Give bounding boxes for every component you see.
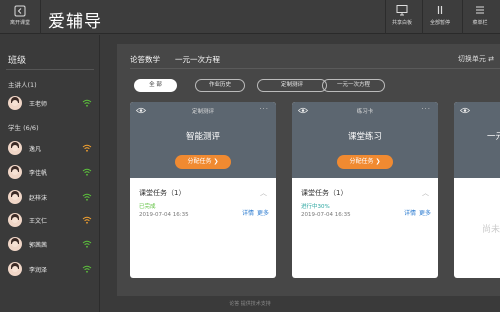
task-date: 2019-07-04 16:35 [139,212,189,218]
tab-homework-history[interactable]: 作业历史 [195,79,245,92]
member-student[interactable]: 王文仁 [8,213,96,227]
menu-button[interactable]: 菜单栏 [466,4,494,32]
task-card[interactable]: 练习卡 ··· 课堂练习 分配任务 ❯ 课堂任务（1） ︿ 进行中30% 201… [292,102,438,278]
topic-name: 一元一次方程 [175,55,220,64]
wifi-icon [82,168,92,176]
more-link[interactable]: 更多 [419,208,431,217]
footer-credit: 论答 提供技术支持 [229,301,271,307]
card-title: 智能测评 [185,132,220,142]
task-status: 已完成 [139,204,156,210]
member-student[interactable]: 李佳帆 [8,165,96,179]
task-title: 课堂任务（1） [301,189,348,197]
detail-link[interactable]: 详情 [404,208,416,217]
monitor-icon [396,5,408,16]
avatar [8,213,22,227]
member-student[interactable]: 赵梓沫 [8,190,96,204]
avatar [8,190,22,204]
member-name: 逸凡 [29,146,42,153]
wifi-icon [82,144,92,152]
member-name: 李佳帆 [29,170,48,177]
divider [422,0,423,34]
menu-label: 菜单栏 [472,20,488,26]
app-title: 爱辅导 [48,12,102,32]
wifi-icon [82,99,92,107]
wifi-icon [82,240,92,248]
divider [40,0,41,34]
member-name: 王老师 [29,101,48,108]
member-name: 赵梓沫 [29,195,48,202]
student-section-label: 学生 (6/6) [8,124,39,132]
teacher-section-label: 主讲人(1) [8,81,37,89]
share-whiteboard-label: 共享白板 [391,20,412,26]
chevron-up-icon[interactable]: ︿ [260,188,267,198]
avatar [8,165,22,179]
member-name: 王文仁 [29,218,48,225]
pause-icon [437,6,443,14]
share-whiteboard-button[interactable]: 共享白板 [388,4,416,32]
card-header: 一元 [454,102,500,178]
member-name: 李润泽 [29,267,48,274]
card-title: 一元 [487,132,500,142]
exit-icon [14,5,26,17]
member-teacher[interactable]: 王老师 [8,96,96,110]
switch-unit-button[interactable]: 切换单元 ⇄ [458,54,494,64]
wifi-icon [82,216,92,224]
avatar [8,262,22,276]
detail-link[interactable]: 详情 [242,208,254,217]
card-type: 练习卡 [356,109,374,115]
tab-all[interactable]: 全 部 [134,79,177,92]
card-title: 课堂练习 [347,132,382,142]
main-panel: 论答数学 一元一次方程 切换单元 ⇄ 全 部 作业历史 定制测评 一元一次方程 … [117,44,500,296]
more-options-icon[interactable]: ··· [259,105,269,113]
card-header: 定制测评 ··· 智能测评 分配任务 ❯ [130,102,276,178]
pause-all-button[interactable]: 全部暂停 [425,4,455,32]
empty-state-text: 尚未 [482,225,500,235]
avatar [8,237,22,251]
wifi-icon [82,265,92,273]
menu-icon [476,6,484,14]
more-link[interactable]: 更多 [257,208,269,217]
more-options-icon[interactable]: ··· [421,105,431,113]
member-student[interactable]: 李润泽 [8,262,96,276]
chevron-up-icon[interactable]: ︿ [422,188,429,198]
divider [6,69,94,70]
task-card[interactable]: 定制测评 ··· 智能测评 分配任务 ❯ 课堂任务（1） ︿ 已完成 2019-… [130,102,276,278]
wifi-icon [82,193,92,201]
exit-label: 离开课堂 [9,20,30,26]
course-name: 论答数学 [130,55,160,64]
task-card-partial[interactable]: 一元 尚未 [454,102,500,278]
sidebar-title: 班级 [8,56,27,66]
class-sidebar: 班级 主讲人(1) 王老师 学生 (6/6) 逸凡 李佳帆 赵梓沫 王文仁 郭茜… [0,35,100,312]
member-name: 郭茜茜 [29,242,48,249]
divider [130,68,500,69]
task-date: 2019-07-04 16:35 [301,212,351,218]
pause-all-label: 全部暂停 [429,20,450,26]
avatar [8,96,22,110]
eye-icon[interactable] [460,107,470,114]
card-header: 练习卡 ··· 课堂练习 分配任务 ❯ [292,102,438,178]
tab-linear-equation[interactable]: 一元一次方程 [322,79,385,92]
tab-custom-assessment[interactable]: 定制测评 [257,79,327,92]
exit-class-button[interactable]: 离开课堂 [5,5,35,26]
task-title: 课堂任务（1） [139,189,186,197]
avatar [8,141,22,155]
card-type: 定制测评 [191,109,214,115]
divider [462,0,463,34]
member-student[interactable]: 逸凡 [8,141,96,155]
divider [385,0,386,34]
member-student[interactable]: 郭茜茜 [8,237,96,251]
assign-task-button[interactable]: 分配任务 ❯ [175,155,231,169]
top-bar: 离开课堂 爱辅导 共享白板 全部暂停 菜单栏 [0,0,500,34]
assign-task-button[interactable]: 分配任务 ❯ [337,155,393,169]
task-status: 进行中30% [301,204,330,210]
